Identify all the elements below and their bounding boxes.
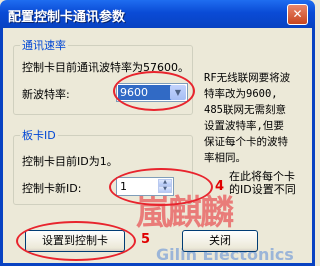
step-marker-5: 5: [141, 232, 151, 247]
step-marker-4: 4: [215, 179, 225, 194]
highlight-ellipse-baud: [113, 71, 195, 111]
close-icon[interactable]: ✕: [287, 4, 308, 25]
note-line: 保证每个卡的波特: [204, 136, 288, 148]
note-line: 在此将每个卡: [229, 170, 295, 183]
new-baud-label: 新波特率:: [22, 88, 70, 101]
current-id-label: 控制卡目前ID为1。: [22, 155, 118, 168]
note-line: RF无线联网要将波: [204, 72, 291, 84]
note-line: 设置波特率,但要: [204, 120, 284, 132]
note-line: 率相同。: [204, 152, 246, 164]
baud-rate-note: RF无线联网要将波 特率改为9600, 485联网无需刻意 设置波特率,但要 保…: [204, 70, 290, 166]
card-id-note: 在此将每个卡 的ID设置不同: [229, 170, 296, 196]
note-line: 特率改为9600,: [204, 88, 278, 100]
highlight-ellipse-id: [109, 168, 213, 206]
close-button[interactable]: 关闭: [182, 230, 258, 252]
window-frame-right: [312, 28, 315, 266]
window-frame-left: [0, 28, 3, 266]
note-line: 485联网无需刻意: [204, 104, 286, 116]
speed-group-legend: 通讯速率: [20, 37, 68, 53]
id-group-legend: 板卡ID: [20, 127, 58, 143]
highlight-ellipse-apply: [16, 221, 136, 261]
new-id-label: 控制卡新ID:: [22, 182, 82, 195]
window-title: 配置控制卡通讯参数: [8, 10, 126, 25]
note-line: 的ID设置不同: [229, 183, 296, 196]
